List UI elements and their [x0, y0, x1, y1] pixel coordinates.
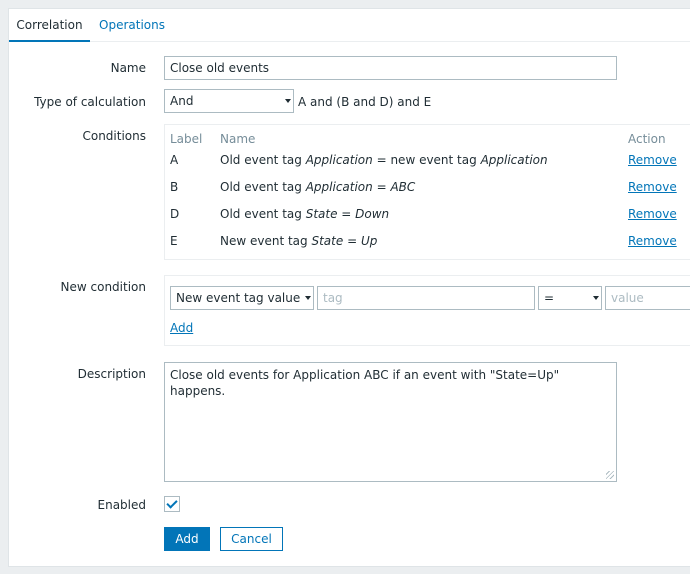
condition-label: A [170, 153, 179, 167]
conditions-header-action: Action [628, 132, 666, 146]
enabled-checkbox[interactable] [164, 496, 180, 512]
calc-type-label: Type of calculation [34, 95, 146, 109]
conditions-header-label: Label [170, 132, 203, 146]
calc-type-value: And [170, 94, 194, 108]
condition-name: New event tag State = Up [220, 234, 378, 248]
condition-operator-select[interactable]: = [538, 286, 602, 310]
conditions-label: Conditions [82, 129, 146, 143]
chevron-down-icon [593, 296, 599, 300]
resize-handle-icon[interactable] [606, 471, 614, 479]
condition-name: Old event tag Application = ABC [220, 180, 416, 194]
tab-operations[interactable]: Operations [99, 9, 165, 42]
condition-tag-input[interactable]: tag [317, 286, 535, 310]
description-textarea[interactable]: Close old events for Application ABC if … [164, 362, 617, 482]
description-text: Close old events for Application ABC if … [170, 368, 560, 398]
name-label: Name [110, 61, 146, 75]
tab-bar: Correlation Operations [9, 9, 690, 42]
chevron-down-icon [305, 296, 311, 300]
name-input[interactable]: Close old events [164, 56, 617, 80]
remove-condition-link[interactable]: Remove [628, 207, 677, 221]
calc-formula: A and (B and D) and E [298, 95, 432, 109]
condition-value-placeholder: value [611, 291, 644, 305]
condition-name: Old event tag Application = new event ta… [220, 153, 548, 167]
condition-tag-placeholder: tag [323, 291, 343, 305]
description-label: Description [77, 367, 146, 381]
chevron-down-icon [285, 99, 291, 103]
condition-type-value: New event tag value [176, 291, 301, 305]
remove-condition-link[interactable]: Remove [628, 234, 677, 248]
condition-type-select[interactable]: New event tag value [170, 286, 314, 310]
add-condition-link[interactable]: Add [170, 321, 193, 335]
tab-correlation[interactable]: Correlation [9, 9, 90, 42]
remove-condition-link[interactable]: Remove [628, 180, 677, 194]
checkmark-icon [166, 497, 178, 509]
cancel-button[interactable]: Cancel [220, 527, 283, 551]
condition-label: B [170, 180, 179, 194]
new-condition-label: New condition [60, 280, 146, 294]
condition-value-input[interactable]: value [605, 286, 690, 310]
condition-label: D [170, 207, 180, 221]
remove-condition-link[interactable]: Remove [628, 153, 677, 167]
calc-type-select[interactable]: And [164, 89, 294, 113]
condition-label: E [170, 234, 178, 248]
condition-name: Old event tag State = Down [220, 207, 390, 221]
conditions-header-name: Name [220, 132, 256, 146]
enabled-label: Enabled [97, 498, 147, 512]
add-button[interactable]: Add [164, 527, 210, 551]
condition-operator-value: = [544, 291, 555, 305]
